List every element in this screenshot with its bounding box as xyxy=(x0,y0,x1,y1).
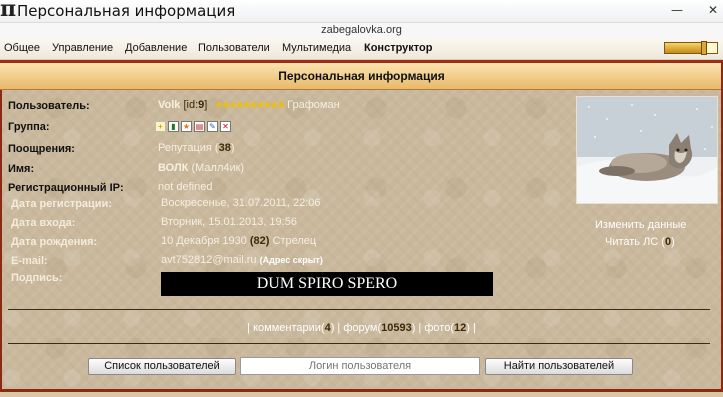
group-sub-icon[interactable]: + xyxy=(155,121,166,132)
admin-nav: Общее Управление Добавление Пользователи… xyxy=(0,38,723,60)
email-label: E-mail: xyxy=(11,255,48,267)
email-hidden: (Адрес скрыт) xyxy=(259,255,323,265)
slider-fill xyxy=(665,43,704,53)
pm-text: Читать ЛС ( xyxy=(605,236,665,248)
find-users-button[interactable]: Найти пользователей xyxy=(485,358,633,375)
group-label: Группа: xyxy=(8,121,50,133)
birth-value: 10 Декабря 1930 xyxy=(161,235,247,247)
name-value: ВОЛК xyxy=(158,162,189,174)
document-icon[interactable]: ▤ xyxy=(194,121,205,132)
id-suffix: ] xyxy=(204,99,208,111)
reputation-text: Репутация ( xyxy=(158,142,219,154)
slider-knob[interactable] xyxy=(701,41,707,55)
edit-icon[interactable]: ✎ xyxy=(207,121,218,132)
group-icons: + ▮ ★ ▤ ✎ ✕ xyxy=(155,121,233,135)
regdate-value: Воскресенье, 31.07.2011, 22:06 xyxy=(161,197,321,209)
close-icon[interactable]: ✕ xyxy=(704,3,722,17)
comments-link[interactable]: комментарии(4) xyxy=(253,322,334,334)
window-titlebar: π Персональная информация — ✕ xyxy=(0,0,723,22)
forum-count: 10593 xyxy=(381,322,412,334)
edit-profile-link[interactable]: Изменить данные xyxy=(595,219,686,231)
rewards-label: Поощрения: xyxy=(8,143,75,155)
read-pm-link[interactable]: Читать ЛС (0) xyxy=(605,236,675,248)
regip-label: Регистрационный IP: xyxy=(8,182,124,194)
pm-close: ) xyxy=(671,236,675,248)
divider-bottom xyxy=(8,343,710,344)
app-pi-icon: π xyxy=(0,0,17,22)
user-label: Пользователь: xyxy=(8,100,90,112)
signature-banner: DUM SPIRO SPERO xyxy=(161,272,493,296)
signature-label: Подпись: xyxy=(11,272,63,284)
name-label: Имя: xyxy=(8,163,35,175)
user-value: Volk [id:9] ★★★★★★★★★★ Графоман xyxy=(158,99,340,111)
ban-icon[interactable]: ✕ xyxy=(220,121,231,132)
email-value[interactable]: avt752812@mail.ru xyxy=(161,254,257,266)
window-title: Персональная информация xyxy=(17,2,236,20)
birth-age: (82) xyxy=(249,235,270,247)
birth-label: Дата рождения: xyxy=(11,236,98,248)
photos-count: 12 xyxy=(453,322,467,334)
divider-top xyxy=(8,309,710,310)
minimize-icon[interactable]: — xyxy=(668,3,686,17)
photos-link[interactable]: фото(12) xyxy=(424,322,470,334)
footer-bar xyxy=(0,389,723,397)
login-value: Вторник, 15.01.2013, 19:56 xyxy=(161,216,297,228)
wolf-image xyxy=(577,97,717,203)
reputation-close: ) xyxy=(230,142,235,154)
nav-adding[interactable]: Добавление xyxy=(125,42,187,54)
star-icon[interactable]: ★ xyxy=(181,121,192,132)
comments-count: 4 xyxy=(324,322,331,334)
width-slider[interactable] xyxy=(664,41,718,55)
user-login-input[interactable] xyxy=(240,357,480,375)
users-list-button[interactable]: Список пользователей xyxy=(88,358,236,375)
name-value-wrap: ВОЛК (Малл4ик) xyxy=(158,162,244,174)
name-extra: (Малл4ик) xyxy=(191,162,245,174)
birth-value-wrap: 10 Декабря 1930 (82) Стрелец xyxy=(161,235,316,247)
nav-users[interactable]: Пользователи xyxy=(198,42,270,54)
username[interactable]: Volk xyxy=(158,99,180,111)
avatar xyxy=(576,96,718,204)
nav-general[interactable]: Общее xyxy=(4,42,40,54)
nav-constructor[interactable]: Конструктор xyxy=(364,42,432,54)
comments-label: комментарии( xyxy=(253,322,325,334)
email-wrap: avt752812@mail.ru (Адрес скрыт) xyxy=(161,254,323,266)
nav-multimedia[interactable]: Мультимедиа xyxy=(282,42,351,54)
regip-value: not defined xyxy=(158,181,213,193)
stats-icon[interactable]: ▮ xyxy=(168,121,179,132)
forum-link[interactable]: форум(10593) xyxy=(343,322,415,334)
nav-management[interactable]: Управление xyxy=(52,42,113,54)
photos-label: фото( xyxy=(424,322,454,334)
id-prefix: [id: xyxy=(183,99,199,111)
reputation-value: 38 xyxy=(218,142,231,154)
forum-label: форум( xyxy=(343,322,382,334)
panel-header: Персональная информация xyxy=(0,60,723,90)
activity-stats: | комментарии(4) | форум(10593) | фото(1… xyxy=(247,322,476,334)
stats-sep-end: | xyxy=(469,322,476,334)
regdate-label: Дата регистрации: xyxy=(11,198,112,210)
login-label: Дата входа: xyxy=(11,217,76,229)
rank-stars: ★★★★★★★★★★ xyxy=(214,100,286,111)
birth-sign: Стрелец xyxy=(272,235,317,247)
rank-title: Графоман xyxy=(287,99,340,111)
url-bar[interactable]: zabegalovka.org xyxy=(0,22,723,38)
reputation[interactable]: Репутация (38) xyxy=(158,142,235,154)
